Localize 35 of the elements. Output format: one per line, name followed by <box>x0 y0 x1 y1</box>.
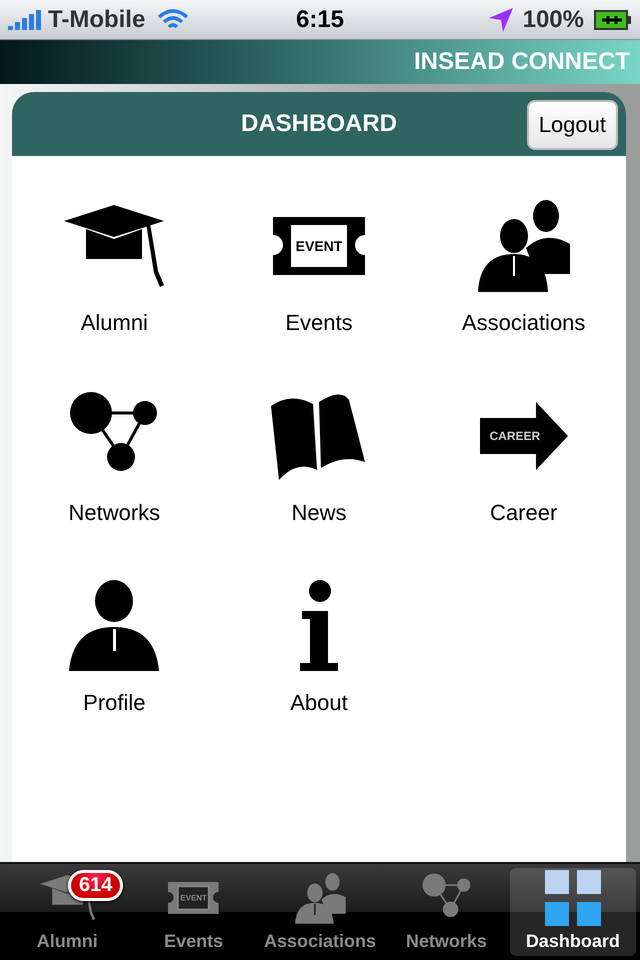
menu-label[interactable]: News <box>291 500 346 526</box>
signal-icon <box>8 10 42 30</box>
menu-label[interactable]: Profile <box>83 690 146 716</box>
tab[interactable]: Networks <box>383 868 510 956</box>
ticket-label: EVENT <box>296 238 342 254</box>
count-badge: 614 <box>68 870 124 901</box>
menu-label[interactable]: About <box>290 690 348 716</box>
people-icon <box>294 872 346 924</box>
app-title: INSEAD CONNECT <box>414 48 630 76</box>
ticket-label: EVENT <box>180 894 207 902</box>
tab[interactable]: Associations <box>256 868 384 956</box>
people-icon <box>476 198 572 294</box>
arrow-label: CAREER <box>490 429 540 443</box>
menu-label[interactable]: Networks <box>68 500 160 526</box>
battery-percent: 100% <box>522 6 584 34</box>
ticket-icon <box>272 217 365 275</box>
battery-icon <box>594 10 632 30</box>
panel-title: DASHBOARD <box>241 110 397 138</box>
arrow-icon <box>480 402 568 470</box>
menu-label[interactable]: Associations <box>462 310 586 336</box>
menu-label[interactable]: Events <box>285 310 353 336</box>
menu-label[interactable]: Career <box>490 500 558 526</box>
location-icon <box>488 8 513 32</box>
menu-label[interactable]: Alumni <box>80 310 148 336</box>
logout-button[interactable]: Logout <box>526 100 618 150</box>
wifi-icon <box>157 8 190 30</box>
carrier-name: T-Mobile <box>48 6 146 34</box>
tab[interactable]: Alumni 614 <box>4 868 130 956</box>
ticket-icon <box>168 882 219 914</box>
graduation-cap-icon <box>62 203 166 289</box>
tab[interactable]: Dashboard <box>510 868 636 956</box>
clock-time: 6:15 <box>296 6 344 34</box>
person-icon <box>69 579 160 673</box>
grid-icon <box>544 870 601 926</box>
tab[interactable]: EVENT Events <box>130 868 257 956</box>
